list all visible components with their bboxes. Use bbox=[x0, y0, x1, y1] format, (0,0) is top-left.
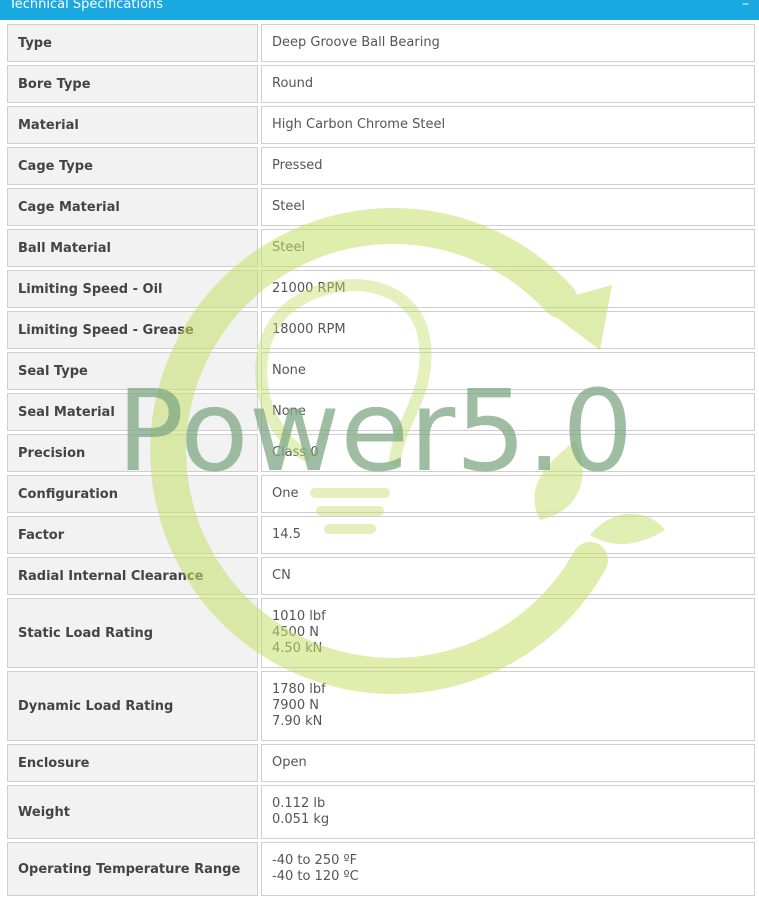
spec-label: Dynamic Load Rating bbox=[7, 671, 258, 741]
spec-row: Precision Class 0 bbox=[7, 434, 755, 472]
spec-row: Static Load Rating 1010 lbf 4500 N 4.50 kN bbox=[7, 598, 755, 668]
spec-value-line: 14.5 bbox=[272, 527, 301, 542]
spec-label: Cage Type bbox=[7, 147, 258, 185]
spec-value-line: Pressed bbox=[272, 158, 323, 173]
spec-value: 18000 RPM bbox=[261, 311, 755, 349]
spec-row: Seal Type None bbox=[7, 352, 755, 390]
spec-value-line: High Carbon Chrome Steel bbox=[272, 117, 446, 132]
spec-value-line: 1010 lbf bbox=[272, 609, 326, 624]
spec-value-line: 7.90 kN bbox=[272, 714, 323, 729]
spec-row: Bore Type Round bbox=[7, 65, 755, 103]
spec-value-line: 7900 N bbox=[272, 698, 319, 713]
spec-row: Dynamic Load Rating 1780 lbf 7900 N 7.90 kN bbox=[7, 671, 755, 741]
section-title: Technical Specifications bbox=[9, 0, 164, 12]
section-header[interactable]: Technical Specifications – bbox=[0, 0, 759, 20]
spec-row: Seal Material None bbox=[7, 393, 755, 431]
spec-value: -40 to 250 ºF -40 to 120 ºC bbox=[261, 842, 755, 896]
spec-value: None bbox=[261, 393, 755, 431]
spec-value-line: None bbox=[272, 404, 306, 419]
spec-value: CN bbox=[261, 557, 755, 595]
specifications-body: Type Deep Groove Ball Bearing Bore Type Rou… bbox=[7, 24, 755, 896]
spec-value: 14.5 bbox=[261, 516, 755, 554]
spec-row: Ball Material Steel bbox=[7, 229, 755, 267]
spec-value-line: -40 to 120 ºC bbox=[272, 869, 359, 884]
spec-value-line: Steel bbox=[272, 199, 305, 214]
spec-value-line: 0.112 lb bbox=[272, 796, 326, 811]
spec-value-line: Deep Groove Ball Bearing bbox=[272, 35, 440, 50]
spec-label: Limiting Speed - Grease bbox=[7, 311, 258, 349]
spec-value-line: None bbox=[272, 363, 306, 378]
collapse-icon[interactable]: – bbox=[742, 0, 749, 13]
spec-value-line: Class 0 bbox=[272, 445, 319, 460]
spec-value: 1010 lbf 4500 N 4.50 kN bbox=[261, 598, 755, 668]
spec-value: Steel bbox=[261, 229, 755, 267]
spec-row: Enclosure Open bbox=[7, 744, 755, 782]
spec-value-line: Open bbox=[272, 755, 307, 770]
spec-row: Operating Temperature Range -40 to 250 ºF… bbox=[7, 842, 755, 896]
spec-label: Precision bbox=[7, 434, 258, 472]
spec-value-line: 4.50 kN bbox=[272, 641, 323, 656]
spec-value-line: 4500 N bbox=[272, 625, 319, 640]
spec-label: Ball Material bbox=[7, 229, 258, 267]
spec-value: Deep Groove Ball Bearing bbox=[261, 24, 755, 62]
spec-label: Seal Material bbox=[7, 393, 258, 431]
spec-value: Open bbox=[261, 744, 755, 782]
spec-value: Pressed bbox=[261, 147, 755, 185]
spec-value: High Carbon Chrome Steel bbox=[261, 106, 755, 144]
spec-label: Enclosure bbox=[7, 744, 258, 782]
spec-value-line: Steel bbox=[272, 240, 305, 255]
spec-row: Weight 0.112 lb 0.051 kg bbox=[7, 785, 755, 839]
spec-label: Limiting Speed - Oil bbox=[7, 270, 258, 308]
spec-label: Bore Type bbox=[7, 65, 258, 103]
spec-value: Class 0 bbox=[261, 434, 755, 472]
spec-label: Material bbox=[7, 106, 258, 144]
spec-value-line: 18000 RPM bbox=[272, 322, 346, 337]
spec-value-line: One bbox=[272, 486, 299, 501]
spec-label: Cage Material bbox=[7, 188, 258, 226]
spec-value-line: CN bbox=[272, 568, 291, 583]
specifications-table: Type Deep Groove Ball Bearing Bore Type Rou… bbox=[4, 21, 758, 899]
spec-label: Radial Internal Clearance bbox=[7, 557, 258, 595]
spec-row: Radial Internal Clearance CN bbox=[7, 557, 755, 595]
spec-value: 0.112 lb 0.051 kg bbox=[261, 785, 755, 839]
spec-value-line: 0.051 kg bbox=[272, 812, 330, 827]
spec-value: 1780 lbf 7900 N 7.90 kN bbox=[261, 671, 755, 741]
spec-label: Type bbox=[7, 24, 258, 62]
spec-label: Configuration bbox=[7, 475, 258, 513]
spec-label: Operating Temperature Range bbox=[7, 842, 258, 896]
spec-value: 21000 RPM bbox=[261, 270, 755, 308]
spec-row: Material High Carbon Chrome Steel bbox=[7, 106, 755, 144]
spec-label: Weight bbox=[7, 785, 258, 839]
spec-value-line: 1780 lbf bbox=[272, 682, 326, 697]
spec-label: Factor bbox=[7, 516, 258, 554]
spec-row: Configuration One bbox=[7, 475, 755, 513]
spec-label: Seal Type bbox=[7, 352, 258, 390]
spec-value-line: Round bbox=[272, 76, 314, 91]
spec-value: Steel bbox=[261, 188, 755, 226]
spec-value-line: 21000 RPM bbox=[272, 281, 346, 296]
spec-row: Cage Type Pressed bbox=[7, 147, 755, 185]
spec-value: None bbox=[261, 352, 755, 390]
spec-label: Static Load Rating bbox=[7, 598, 258, 668]
spec-row: Cage Material Steel bbox=[7, 188, 755, 226]
spec-value: Round bbox=[261, 65, 755, 103]
spec-row: Factor 14.5 bbox=[7, 516, 755, 554]
spec-value-line: -40 to 250 ºF bbox=[272, 853, 358, 868]
spec-value: One bbox=[261, 475, 755, 513]
spec-row: Limiting Speed - Oil 21000 RPM bbox=[7, 270, 755, 308]
spec-row: Type Deep Groove Ball Bearing bbox=[7, 24, 755, 62]
spec-row: Limiting Speed - Grease 18000 RPM bbox=[7, 311, 755, 349]
